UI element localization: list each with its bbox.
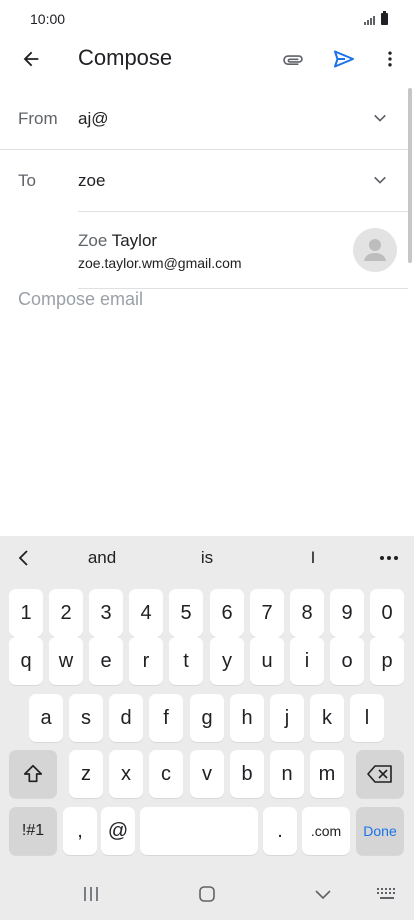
nav-back-icon [315, 890, 331, 900]
arrow-back-icon [23, 51, 39, 67]
signal-icon [364, 15, 375, 25]
key[interactable]: 5 [169, 589, 203, 637]
done-key[interactable]: Done [356, 807, 404, 855]
key[interactable]: u [250, 637, 284, 685]
key[interactable]: a [29, 694, 63, 742]
key[interactable]: p [370, 637, 404, 685]
symbols-key[interactable]: !#1 [9, 807, 57, 855]
back-button[interactable] [16, 44, 46, 74]
from-field[interactable]: From aj@ [0, 88, 408, 149]
key[interactable]: w [49, 637, 83, 685]
attach-button[interactable] [278, 44, 308, 74]
key[interactable]: 7 [250, 589, 284, 637]
key[interactable]: 1 [9, 589, 43, 637]
prediction-word[interactable]: and [72, 548, 132, 568]
more-vert-icon [388, 51, 392, 67]
chevron-left-icon [18, 550, 28, 566]
key[interactable]: j [270, 694, 304, 742]
from-dropdown-button[interactable] [368, 106, 392, 130]
status-bar: 10:00 [0, 0, 414, 38]
home-icon [199, 886, 215, 902]
key[interactable]: m [310, 750, 344, 798]
key[interactable]: 3 [89, 589, 123, 637]
key[interactable]: t [169, 637, 203, 685]
key[interactable]: 0 [370, 589, 404, 637]
contact-suggestion[interactable]: Zoe Taylor zoe.taylor.wm@gmail.com [78, 212, 408, 288]
recents-button[interactable] [76, 882, 106, 906]
key[interactable]: s [69, 694, 103, 742]
battery-icon [381, 11, 388, 25]
key[interactable]: v [190, 750, 224, 798]
shift-key[interactable] [9, 750, 57, 798]
key[interactable]: g [190, 694, 224, 742]
key[interactable]: 4 [129, 589, 163, 637]
key[interactable]: z [69, 750, 103, 798]
prediction-bar: and is I [0, 536, 414, 581]
key[interactable]: k [310, 694, 344, 742]
key[interactable]: i [290, 637, 324, 685]
shift-icon [23, 764, 43, 783]
person-icon [364, 239, 386, 261]
paperclip-icon [283, 55, 303, 65]
suggestion-name: Zoe Taylor [78, 231, 157, 251]
keyboard: and is I 1 2 3 4 5 6 7 8 9 0 q w e r t y… [0, 536, 414, 920]
key[interactable]: 2 [49, 589, 83, 637]
app-bar: Compose [0, 38, 414, 80]
navigation-bar [0, 868, 414, 920]
key[interactable]: x [109, 750, 143, 798]
key[interactable]: b [230, 750, 264, 798]
more-options-button[interactable] [375, 44, 405, 74]
more-options-button[interactable] [376, 546, 402, 570]
key[interactable]: r [129, 637, 163, 685]
backspace-key[interactable] [356, 750, 404, 798]
recents-icon [84, 887, 98, 901]
prediction-word[interactable]: is [177, 548, 237, 568]
key[interactable]: c [149, 750, 183, 798]
nav-back-button[interactable] [308, 882, 338, 906]
compose-body-input[interactable]: Compose email [18, 289, 143, 310]
keyboard-switch-button[interactable] [372, 882, 402, 906]
send-icon [334, 50, 354, 68]
to-field[interactable]: To zoe [0, 150, 408, 211]
collapse-toolbar-button[interactable] [12, 546, 36, 570]
send-button[interactable] [329, 44, 359, 74]
more-horiz-icon [380, 556, 398, 560]
suggestion-name-rest: Taylor [107, 231, 158, 250]
key[interactable]: n [270, 750, 304, 798]
key[interactable]: f [149, 694, 183, 742]
key[interactable]: y [210, 637, 244, 685]
key[interactable]: 8 [290, 589, 324, 637]
key[interactable]: o [330, 637, 364, 685]
key[interactable]: l [350, 694, 384, 742]
prediction-word[interactable]: I [283, 548, 343, 568]
status-time: 10:00 [30, 11, 66, 27]
page-title: Compose [78, 45, 173, 70]
scrollbar[interactable] [408, 88, 412, 263]
chevron-down-icon [374, 176, 386, 184]
home-button[interactable] [192, 882, 222, 906]
to-label: To [18, 171, 36, 190]
chevron-down-icon [374, 114, 386, 122]
key[interactable]: h [230, 694, 264, 742]
avatar [353, 228, 397, 272]
space-key[interactable] [140, 807, 258, 855]
comma-key[interactable]: , [63, 807, 97, 855]
key[interactable]: e [89, 637, 123, 685]
suggestion-name-match: Zoe [78, 231, 108, 250]
from-value: aj@ [78, 109, 109, 128]
key[interactable]: d [109, 694, 143, 742]
dotcom-key[interactable]: .com [302, 807, 350, 855]
at-key[interactable]: @ [101, 807, 135, 855]
status-icons [364, 11, 388, 25]
backspace-icon [367, 765, 392, 783]
period-key[interactable]: . [263, 807, 297, 855]
to-input[interactable]: zoe [78, 171, 105, 191]
key[interactable]: 9 [330, 589, 364, 637]
key[interactable]: 6 [210, 589, 244, 637]
to-dropdown-button[interactable] [368, 168, 392, 192]
keyboard-icon [377, 888, 395, 899]
from-label: From [18, 109, 58, 128]
key[interactable]: q [9, 637, 43, 685]
suggestion-email: zoe.taylor.wm@gmail.com [78, 255, 242, 271]
